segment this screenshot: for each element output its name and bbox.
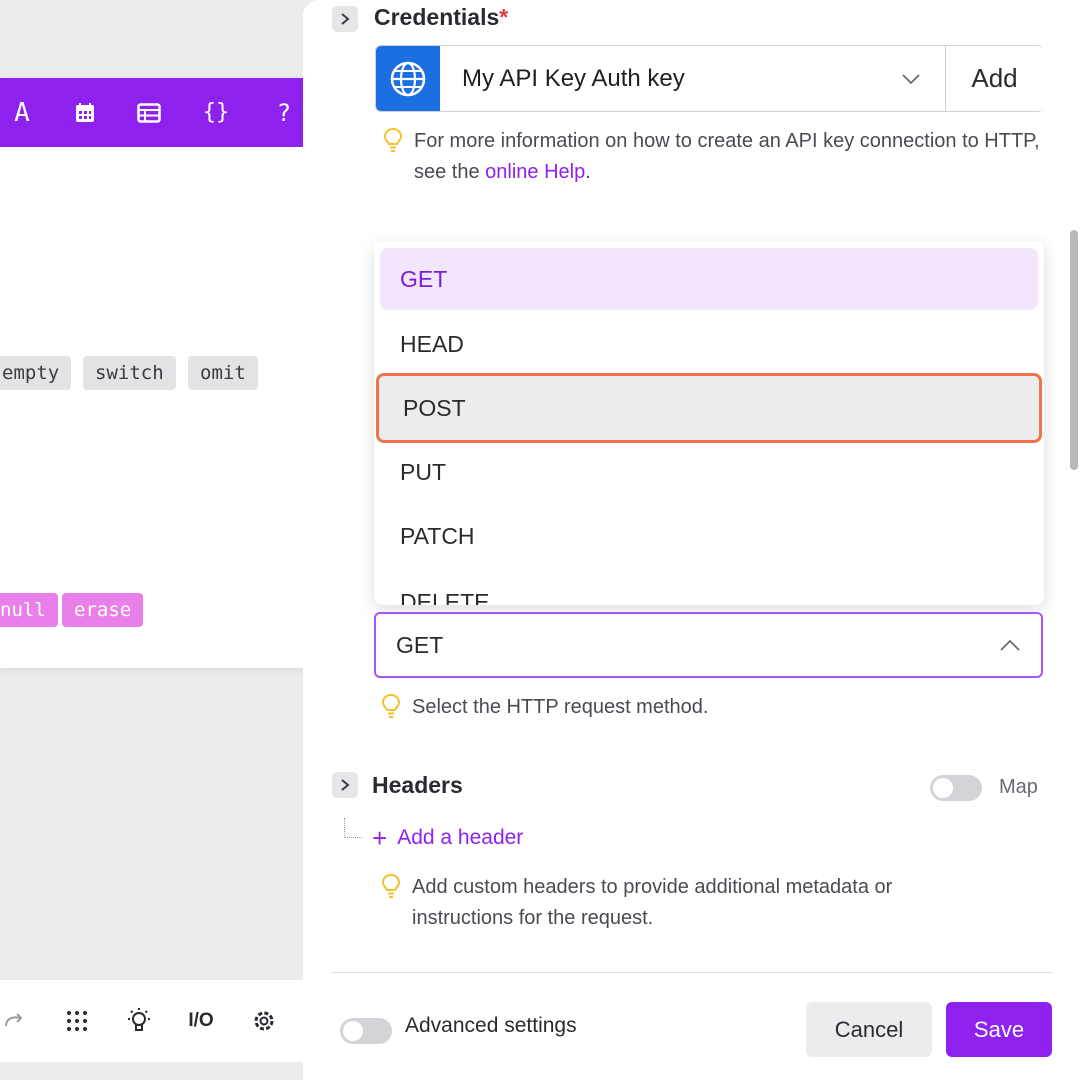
credentials-title-text: Credentials	[374, 4, 500, 30]
method-option-patch[interactable]: PATCH	[380, 505, 1038, 567]
online-help-link[interactable]: online Help	[485, 161, 585, 183]
method-select[interactable]: GET	[374, 612, 1043, 678]
hint-bulb-icon	[381, 693, 401, 718]
option-label: POST	[403, 394, 466, 421]
io-label: I/O	[188, 1010, 214, 1031]
method-selected-value: GET	[396, 631, 444, 658]
keyword-chip-erase[interactable]: erase	[62, 593, 144, 627]
credentials-expand-chevron-icon[interactable]	[332, 6, 358, 32]
text-icon-glyph: A	[14, 97, 30, 128]
bulb-icon[interactable]	[117, 980, 161, 1062]
toggle-knob	[933, 778, 953, 798]
option-label: HEAD	[400, 330, 464, 357]
chip-label: erase	[74, 599, 132, 621]
braces-glyph: {}	[202, 100, 230, 125]
toggle-knob	[343, 1021, 363, 1041]
headers-hint: Add custom headers to provide additional…	[412, 876, 893, 929]
headers-expand-chevron-icon[interactable]	[332, 772, 358, 798]
plus-icon: +	[372, 823, 388, 853]
globe-icon	[376, 46, 440, 111]
method-option-post[interactable]: POST	[376, 373, 1042, 443]
headers-map-toggle[interactable]	[930, 775, 982, 801]
required-mark: *	[499, 4, 509, 30]
function-chip-empty[interactable]: empty	[0, 356, 72, 390]
function-chip-omit[interactable]: omit	[188, 356, 258, 390]
help-icon[interactable]: ?	[264, 78, 304, 147]
chip-label: switch	[95, 362, 164, 384]
option-label: PATCH	[400, 522, 475, 549]
cancel-button[interactable]: Cancel	[806, 1002, 932, 1057]
chip-label: null	[0, 599, 46, 621]
credentials-selected-value: My API Key Auth key	[462, 64, 685, 92]
method-option-head[interactable]: HEAD	[380, 313, 1038, 375]
io-icon[interactable]: I/O	[179, 980, 223, 1062]
method-option-put[interactable]: PUT	[380, 441, 1038, 503]
credentials-hint: For more information on how to create an…	[414, 126, 1054, 188]
credentials-hint-suffix: .	[585, 161, 591, 183]
text-icon[interactable]: A	[2, 78, 42, 147]
chevron-up-icon	[995, 614, 1025, 676]
credentials-select[interactable]: My API Key Auth key Add	[375, 45, 1043, 112]
help-glyph: ?	[276, 98, 292, 127]
credentials-title: Credentials*	[374, 4, 508, 31]
headers-title: Headers	[372, 772, 463, 798]
add-header-button[interactable]: + Add a header	[372, 823, 523, 853]
chip-label: empty	[2, 362, 60, 384]
footer-divider	[331, 972, 1053, 973]
headers-map-label: Map	[999, 776, 1038, 798]
braces-icon[interactable]: {}	[196, 78, 236, 147]
method-option-delete[interactable]: DELETE	[380, 571, 1038, 606]
save-button[interactable]: Save	[946, 1002, 1052, 1057]
function-chip-switch[interactable]: switch	[83, 356, 176, 390]
hint-bulb-icon	[383, 127, 403, 152]
advanced-settings-label: Advanced settings	[405, 1014, 577, 1037]
scenario-bottom-toolbar: I/O	[0, 980, 303, 1062]
chip-label: omit	[200, 362, 246, 384]
option-label: DELETE	[400, 588, 490, 606]
add-credentials-button[interactable]: Add	[945, 46, 1043, 111]
redo-icon[interactable]	[0, 980, 36, 1062]
panel-scrollbar[interactable]	[1070, 230, 1078, 470]
hint-bulb-icon	[381, 873, 401, 898]
settings-icon[interactable]	[242, 980, 286, 1062]
method-hint: Select the HTTP request method.	[412, 696, 709, 718]
keyword-chip-null[interactable]: null	[0, 593, 58, 627]
table-icon[interactable]	[129, 78, 169, 147]
method-dropdown-list: GET HEAD POST PUT PATCH DELETE	[374, 241, 1044, 605]
method-option-get[interactable]: GET	[380, 248, 1038, 310]
option-label: PUT	[400, 458, 446, 485]
grid-dots-icon[interactable]	[55, 980, 99, 1062]
chevron-down-icon	[896, 46, 926, 111]
add-header-label: Add a header	[397, 826, 524, 849]
tree-connector	[344, 818, 362, 838]
calendar-icon[interactable]	[65, 78, 105, 147]
option-label: GET	[400, 265, 448, 292]
advanced-settings-toggle[interactable]	[340, 1018, 392, 1044]
